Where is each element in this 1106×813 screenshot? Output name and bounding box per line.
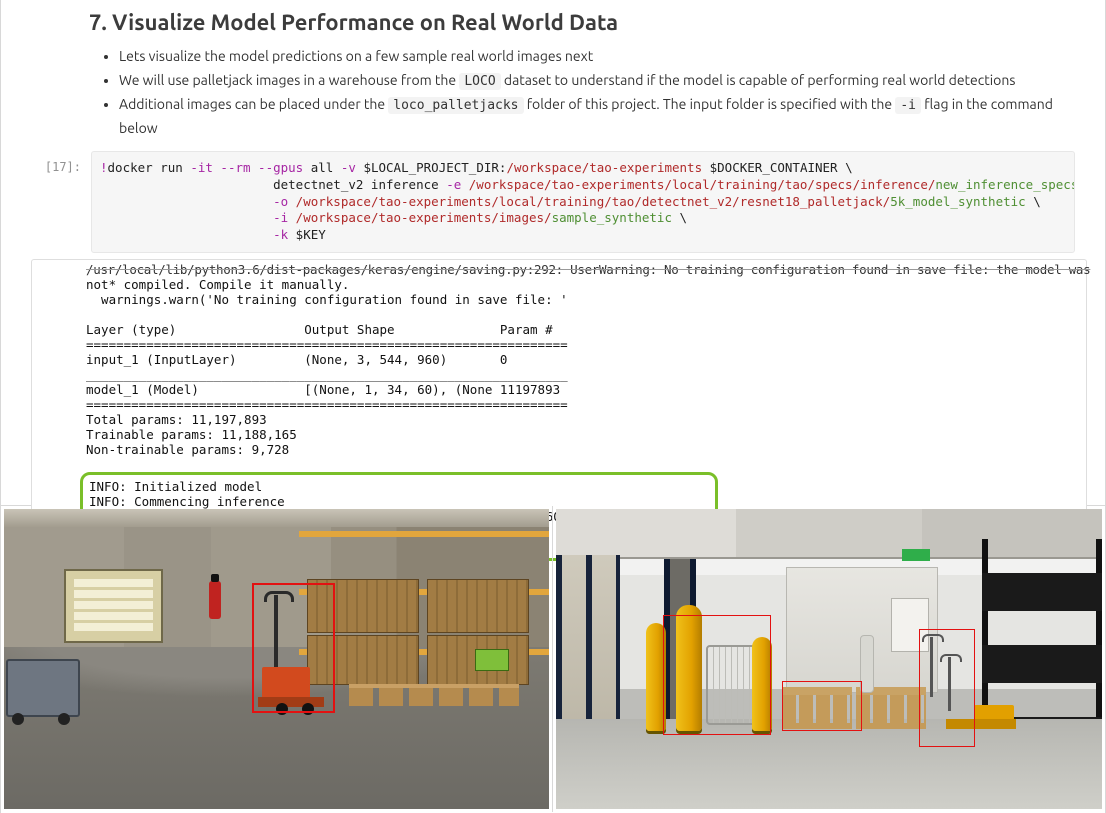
code-t: 5k_model_synthetic — [890, 194, 1025, 209]
detection-bbox — [252, 583, 335, 713]
bullet-text: Additional images can be placed under th… — [119, 96, 388, 112]
code-t: detectnet_v2 inference — [100, 177, 446, 192]
code-t: -e — [446, 177, 461, 192]
code-t: \ — [672, 210, 687, 225]
output-line: not* compiled. Compile it manually. — [86, 277, 349, 292]
inline-code: LOCO — [459, 73, 500, 90]
inline-code: -i — [895, 97, 921, 114]
output-line: ________________________________________… — [86, 367, 568, 382]
code-t — [100, 227, 273, 242]
code-input[interactable]: !docker run -it --rm --gpus all -v $LOCA… — [91, 151, 1075, 253]
code-t: -o — [273, 194, 288, 209]
code-t: -it --rm --gpus — [190, 160, 303, 175]
exit-sign-icon — [902, 549, 930, 561]
code-t: sample_synthetic — [552, 210, 672, 225]
result-image-left — [1, 506, 553, 812]
code-t: /workspace/tao-experiments/images/ — [288, 210, 551, 225]
warehouse-scene-2 — [556, 509, 1102, 809]
output-line: input_1 (InputLayer) (None, 3, 544, 960)… — [86, 352, 507, 367]
code-t: $KEY — [288, 227, 326, 242]
output-line: ========================================… — [86, 397, 568, 412]
code-cell: [17]: !docker run -it --rm --gpus all -v… — [19, 151, 1075, 253]
result-image-right — [553, 506, 1105, 812]
warehouse-scene-1 — [4, 509, 549, 809]
code-t: all — [303, 160, 341, 175]
bullet-list: Lets visualize the model predictions on … — [89, 45, 1075, 141]
page-frame: 7. Visualize Model Performance on Real W… — [0, 0, 1106, 813]
bullet-text: Lets visualize the model predictions on … — [119, 48, 593, 64]
output-line: ========================================… — [86, 337, 568, 352]
code-t: $LOCAL_PROJECT_DIR: — [356, 160, 507, 175]
cell-prompt: [17]: — [19, 151, 91, 174]
code-t: $DOCKER_CONTAINER \ — [702, 160, 853, 175]
output-line: Total params: 11,197,893 — [86, 412, 267, 427]
bullet-text: We will use palletjack images in a wareh… — [119, 72, 459, 88]
code-t: /workspace/tao-experiments — [506, 160, 702, 175]
code-t — [100, 194, 273, 209]
detection-bbox — [663, 615, 771, 735]
result-images-row — [1, 506, 1105, 812]
code-t: docker run — [108, 160, 191, 175]
code-t: -k — [273, 227, 288, 242]
code-t — [100, 210, 273, 225]
markdown-cell: 7. Visualize Model Performance on Real W… — [89, 0, 1075, 141]
bullet-item: We will use palletjack images in a wareh… — [119, 69, 1075, 93]
output-line: INFO: Initialized model — [89, 479, 262, 494]
code-t: /workspace/tao-experiments/local/trainin… — [461, 177, 935, 192]
code-t: -v — [341, 160, 356, 175]
output-line: warnings.warn('No training configuration… — [86, 292, 568, 307]
output-line: Trainable params: 11,188,165 — [86, 427, 297, 442]
code-t: new_inference_specs — [935, 177, 1075, 192]
output-line: Non-trainable params: 9,728 — [86, 442, 289, 457]
code-t: \ — [1026, 194, 1041, 209]
bullet-item: Additional images can be placed under th… — [119, 93, 1075, 141]
section-heading: 7. Visualize Model Performance on Real W… — [89, 10, 1075, 35]
code-t: /workspace/tao-experiments/local/trainin… — [288, 194, 890, 209]
inline-code: loco_palletjacks — [388, 97, 523, 114]
bullet-item: Lets visualize the model predictions on … — [119, 45, 1075, 69]
detection-bbox — [782, 681, 862, 731]
bullet-text: folder of this project. The input folder… — [527, 96, 896, 112]
detection-bbox — [919, 629, 975, 747]
code-t: -i — [273, 210, 288, 225]
output-line: /usr/local/lib/python3.6/dist-packages/k… — [86, 262, 1090, 277]
output-line: model_1 (Model) [(None, 1, 34, 60), (Non… — [86, 382, 560, 397]
notebook-section: 7. Visualize Model Performance on Real W… — [1, 0, 1105, 506]
code-t: ! — [100, 160, 108, 175]
output-line: Layer (type) Output Shape Param # — [86, 322, 553, 337]
bullet-text: dataset to understand if the model is ca… — [504, 72, 1016, 88]
